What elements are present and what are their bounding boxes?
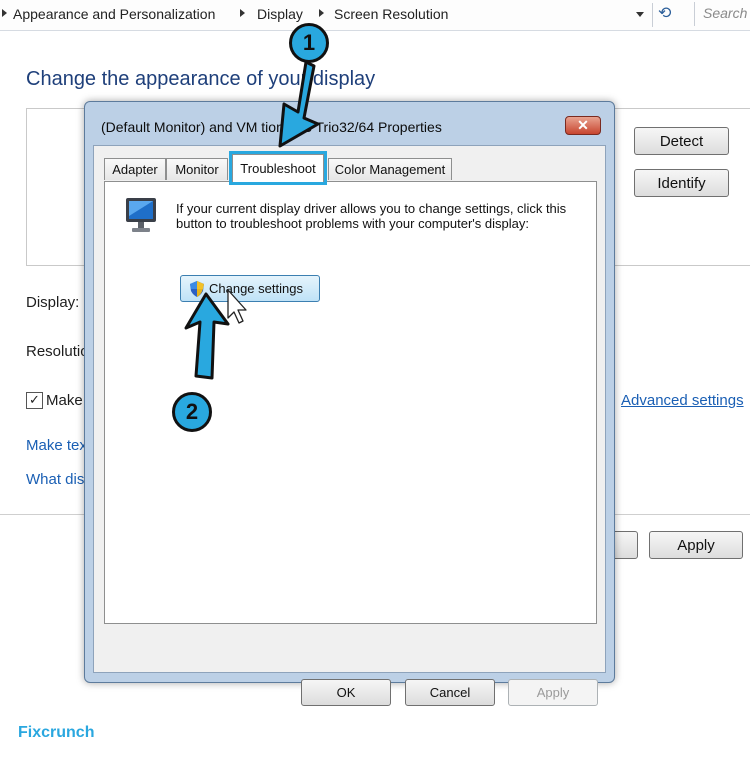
cancel-button[interactable]: Cancel xyxy=(405,679,495,706)
apply-button[interactable]: Apply xyxy=(508,679,598,706)
dialog-title: (Default Monitor) and VM tions S3 Trio32… xyxy=(101,119,442,135)
properties-dialog: (Default Monitor) and VM tions S3 Trio32… xyxy=(84,101,615,706)
breadcrumb-display[interactable]: Display xyxy=(257,6,303,22)
troubleshoot-description: If your current display driver allows yo… xyxy=(176,201,567,231)
detect-button[interactable]: Detect xyxy=(634,127,729,155)
tab-adapter[interactable]: Adapter xyxy=(104,158,166,180)
fixcrunch-logo: Fixcrunch xyxy=(18,724,95,741)
make-text-larger-link[interactable]: Make tex xyxy=(26,437,87,454)
search-box[interactable]: Search xyxy=(694,2,750,26)
ok-button[interactable]: OK xyxy=(301,679,391,706)
refresh-icon[interactable]: ⟲ xyxy=(658,3,671,23)
change-settings-button[interactable]: Change settings xyxy=(180,275,320,302)
history-dropdown-icon[interactable] xyxy=(636,12,644,17)
make-default-checkbox[interactable]: ✓ xyxy=(26,392,43,409)
identify-button[interactable]: Identify xyxy=(634,169,729,197)
close-icon[interactable]: ✕ xyxy=(565,116,601,135)
tab-troubleshoot[interactable]: Troubleshoot xyxy=(229,151,327,185)
step-1-badge: 1 xyxy=(289,23,329,63)
breadcrumb-arrow-icon xyxy=(319,9,324,17)
uac-shield-icon xyxy=(190,281,204,297)
apply-button-background[interactable]: Apply xyxy=(649,531,743,559)
dialog-body: Adapter Monitor Troubleshoot Color Manag… xyxy=(93,145,606,706)
page-title: Change the appearance of your display xyxy=(26,68,376,90)
address-bar: Appearance and Personalization Display S… xyxy=(0,0,750,31)
address-separator xyxy=(652,3,653,27)
breadcrumb-arrow-icon xyxy=(240,9,245,17)
tab-monitor[interactable]: Monitor xyxy=(166,158,228,180)
advanced-settings-link[interactable]: Advanced settings xyxy=(621,392,744,409)
breadcrumb-arrow-icon xyxy=(2,9,7,17)
tab-color-management[interactable]: Color Management xyxy=(328,158,452,180)
what-display-settings-link[interactable]: What dis xyxy=(26,471,84,488)
step-2-badge: 2 xyxy=(172,392,212,432)
breadcrumb-appearance[interactable]: Appearance and Personalization xyxy=(13,6,215,22)
make-default-label: Make xyxy=(46,392,83,409)
breadcrumb-screen-resolution[interactable]: Screen Resolution xyxy=(334,6,448,22)
display-label: Display: xyxy=(26,294,80,311)
change-settings-label: Change settings xyxy=(209,281,303,296)
monitor-icon xyxy=(126,198,156,232)
